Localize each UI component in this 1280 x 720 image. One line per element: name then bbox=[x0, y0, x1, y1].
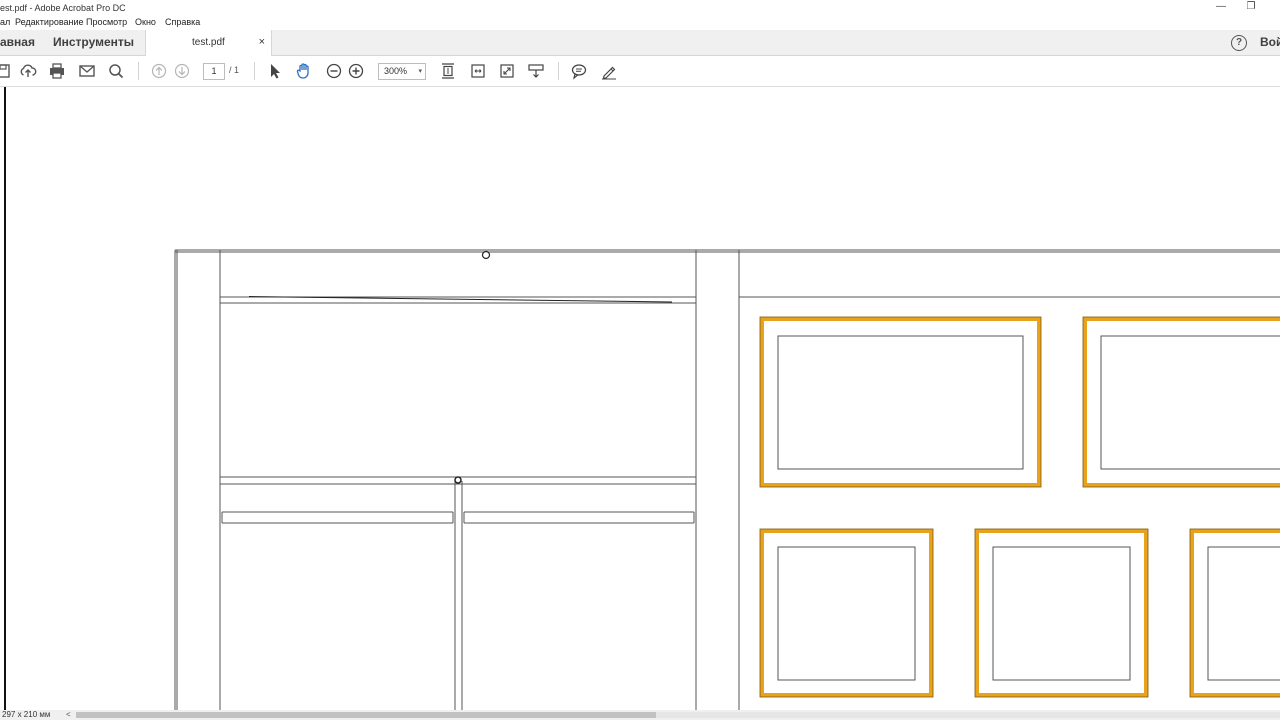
menu-file[interactable]: ал bbox=[0, 16, 10, 28]
chevron-down-icon: ▾ bbox=[418, 68, 422, 75]
fit-width-icon[interactable] bbox=[469, 62, 487, 80]
scroll-mode-icon[interactable] bbox=[527, 62, 545, 80]
scrollbar-thumb[interactable] bbox=[76, 712, 656, 718]
menu-view[interactable]: Просмотр bbox=[86, 16, 127, 28]
document-view[interactable] bbox=[0, 87, 1280, 710]
select-arrow-icon[interactable] bbox=[266, 62, 284, 80]
tab-bar: авная Инструменты test.pdf × ? Вой bbox=[0, 30, 1280, 56]
scroll-left-arrow[interactable]: < bbox=[66, 710, 71, 720]
pdf-drawing bbox=[174, 249, 1280, 710]
comment-icon[interactable] bbox=[570, 62, 588, 80]
rotation-handle bbox=[481, 250, 491, 260]
zoom-in-icon[interactable] bbox=[347, 62, 365, 80]
next-page-icon[interactable] bbox=[173, 62, 191, 80]
help-icon[interactable]: ? bbox=[1231, 35, 1247, 51]
page-size-label: 297 x 210 мм bbox=[2, 710, 51, 719]
hand-tool-icon[interactable] bbox=[295, 62, 313, 80]
window-title: est.pdf - Adobe Acrobat Pro DC bbox=[0, 3, 126, 13]
cloud-upload-icon[interactable] bbox=[19, 62, 37, 80]
menu-window[interactable]: Окно bbox=[135, 16, 156, 28]
menu-help[interactable]: Справка bbox=[165, 16, 200, 28]
gold-frame bbox=[760, 317, 1041, 487]
toolbar: 1 / 1 300% ▾ bbox=[0, 56, 1280, 87]
sign-in-button[interactable]: Вой bbox=[1260, 30, 1280, 55]
save-icon[interactable] bbox=[0, 62, 12, 80]
zoom-out-icon[interactable] bbox=[325, 62, 343, 80]
anchor-handle bbox=[454, 476, 462, 484]
tab-home[interactable]: авная bbox=[0, 30, 35, 55]
restore-button[interactable]: ❐ bbox=[1237, 0, 1265, 16]
gold-frame bbox=[760, 529, 933, 697]
print-icon[interactable] bbox=[48, 62, 66, 80]
tab-tools[interactable]: Инструменты bbox=[53, 30, 134, 55]
cabinet-verticals bbox=[219, 250, 740, 710]
toolbar-separator bbox=[558, 62, 559, 80]
tab-document-label: test.pdf bbox=[192, 37, 225, 48]
status-bar: 297 x 210 мм < bbox=[0, 710, 1280, 720]
zoom-value: 300% bbox=[384, 66, 408, 76]
divider bbox=[454, 481, 463, 710]
toolbar-separator bbox=[138, 62, 139, 80]
toolbar-separator bbox=[254, 62, 255, 80]
menu-edit[interactable]: Редактирование bbox=[15, 16, 84, 28]
page-number-input[interactable]: 1 bbox=[203, 63, 225, 80]
gold-frame bbox=[1190, 529, 1280, 697]
menu-bar: ал Редактирование Просмотр Окно Справка bbox=[0, 16, 1280, 30]
close-tab-icon[interactable]: × bbox=[259, 30, 265, 55]
gold-frame bbox=[975, 529, 1148, 697]
horizontal-scrollbar[interactable] bbox=[76, 712, 1280, 718]
gold-frame bbox=[1083, 317, 1280, 487]
email-icon[interactable] bbox=[78, 62, 96, 80]
zoom-select[interactable]: 300% ▾ bbox=[378, 63, 426, 80]
fit-page-icon[interactable] bbox=[439, 62, 457, 80]
title-bar: est.pdf - Adobe Acrobat Pro DC — ❐ bbox=[0, 0, 1280, 16]
hanging-rods bbox=[221, 511, 695, 524]
highlight-pen-icon[interactable] bbox=[600, 62, 618, 80]
search-icon[interactable] bbox=[107, 62, 125, 80]
minimize-button[interactable]: — bbox=[1207, 0, 1235, 16]
previous-page-icon[interactable] bbox=[150, 62, 168, 80]
tab-document[interactable]: test.pdf × bbox=[145, 30, 272, 56]
full-screen-icon[interactable] bbox=[498, 62, 516, 80]
page-total: / 1 bbox=[229, 65, 240, 75]
